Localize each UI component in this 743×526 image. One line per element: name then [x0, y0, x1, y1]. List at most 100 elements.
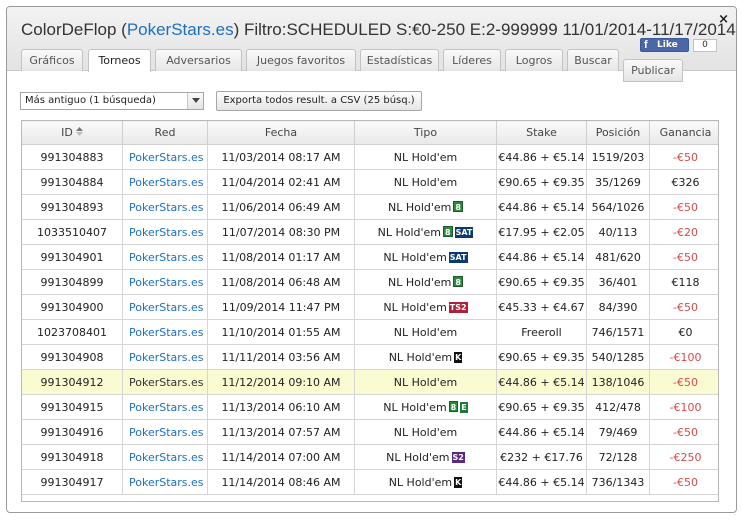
cell-red-link[interactable]: PokerStars.es	[122, 394, 208, 420]
cell-id: 991304899	[22, 269, 123, 295]
satellite-badge-icon: SAT	[448, 251, 468, 263]
cell-id: 1033510407	[22, 219, 123, 245]
cell-posicion: 564/1026	[586, 194, 650, 220]
column-header-id[interactable]: ID	[22, 121, 123, 145]
table-header-row: ID Red Fecha Tipo Stake Posición Gananci…	[22, 121, 718, 145]
cell-ganancia: -€50	[649, 244, 718, 270]
column-header-posicion[interactable]: Posición	[586, 121, 650, 145]
cell-fecha: 11/14/2014 07:00 AM	[207, 444, 355, 470]
table-row[interactable]: 991304916 PokerStars.es 11/13/2014 07:57 A…	[22, 419, 718, 445]
cell-stake: €44.86 + €5.14	[496, 144, 587, 170]
cell-id: 991304908	[22, 344, 123, 370]
table-row[interactable]: 991304900 PokerStars.es 11/09/2014 11:47 P…	[22, 294, 718, 320]
cell-red-link[interactable]: PokerStars.es	[122, 244, 208, 270]
cell-red-link[interactable]: PokerStars.es	[122, 419, 208, 445]
tab-adversarios[interactable]: Adversarios	[155, 49, 242, 71]
cell-posicion: 138/1046	[586, 369, 650, 395]
column-header-id-label: ID	[61, 125, 73, 139]
title-site-link[interactable]: PokerStars.es	[127, 20, 234, 39]
cell-stake: €44.86 + €5.14	[496, 469, 587, 495]
cell-ganancia: -€50	[649, 469, 718, 495]
cell-red-link[interactable]: PokerStars.es	[122, 344, 208, 370]
tab-graficos[interactable]: Gráficos	[21, 49, 83, 71]
column-header-red[interactable]: Red	[122, 121, 208, 145]
cell-stake: €90.65 + €9.35	[496, 394, 587, 420]
table-row[interactable]: 991304917 PokerStars.es 11/14/2014 08:46 A…	[22, 469, 718, 495]
cell-ganancia: -€50	[649, 419, 718, 445]
column-header-tipo[interactable]: Tipo	[354, 121, 497, 145]
table-row[interactable]: 1033510407 PokerStars.es 11/07/2014 08:30 …	[22, 219, 718, 245]
tab-estadisticas[interactable]: Estadísticas	[360, 49, 439, 71]
sort-ascending-icon[interactable]	[75, 126, 83, 139]
cell-posicion: 36/401	[586, 269, 650, 295]
title-prefix: ColorDeFlop (	[21, 20, 127, 39]
cell-fecha: 11/10/2014 01:55 AM	[207, 319, 355, 345]
cell-posicion: 481/620	[586, 244, 650, 270]
dialog-titlebar: ColorDeFlop (PokerStars.es) Filtro:SCHED…	[7, 7, 736, 82]
cell-red-link[interactable]: PokerStars.es	[122, 294, 208, 320]
knockout-badge-icon: K	[454, 476, 463, 488]
facebook-like-button[interactable]: f Like	[640, 38, 689, 52]
cell-tipo-label: NL Hold'em	[377, 225, 442, 239]
table-row[interactable]: 991304908 PokerStars.es 11/11/2014 03:56 A…	[22, 344, 718, 370]
cell-tipo-label: NL Hold'em	[388, 350, 453, 364]
cell-posicion: 412/478	[586, 394, 650, 420]
cell-tipo-label: NL Hold'em	[393, 325, 458, 339]
close-icon[interactable]: ×	[718, 12, 729, 27]
cell-tipo: NL Hold'em SAT	[354, 244, 497, 270]
table-row[interactable]: 1023708401 PokerStars.es 11/10/2014 01:55 …	[22, 319, 718, 345]
column-header-stake[interactable]: Stake	[496, 121, 587, 145]
cell-ganancia: €326	[649, 169, 718, 195]
cell-id: 1023708401	[22, 319, 123, 345]
cell-tipo-label: NL Hold'em	[393, 425, 458, 439]
cell-red-link[interactable]: PokerStars.es	[122, 144, 208, 170]
cell-red-link[interactable]: PokerStars.es	[122, 169, 208, 195]
cell-id: 991304916	[22, 419, 123, 445]
cell-red-link[interactable]: PokerStars.es	[122, 269, 208, 295]
table-row[interactable]: 991304899 PokerStars.es 11/08/2014 06:48 A…	[22, 269, 718, 295]
table-row[interactable]: 991304912 PokerStars.es 11/12/2014 09:10 A…	[22, 369, 718, 395]
tab-lideres[interactable]: Líderes	[443, 49, 501, 71]
tab-publicar[interactable]: Publicar	[623, 59, 683, 82]
cell-fecha: 11/14/2014 08:46 AM	[207, 469, 355, 495]
tab-buscar[interactable]: Buscar	[567, 49, 619, 71]
tab-torneos[interactable]: Torneos	[88, 49, 151, 72]
cell-tipo-label: NL Hold'em	[388, 200, 452, 214]
chevron-down-icon[interactable]	[187, 93, 203, 109]
table-row[interactable]: 991304918 PokerStars.es 11/14/2014 07:00 A…	[22, 444, 718, 470]
table-row[interactable]: 991304883 PokerStars.es 11/03/2014 08:17 A…	[22, 144, 718, 170]
cell-stake: €232 + €17.76	[496, 444, 587, 470]
tab-juegos-favoritos[interactable]: Juegos favoritos	[246, 49, 356, 71]
cell-tipo: NL Hold'em	[354, 169, 497, 195]
table-row[interactable]: 991304915 PokerStars.es 11/13/2014 06:10 A…	[22, 394, 718, 420]
cell-red-link[interactable]: PokerStars.es	[122, 469, 208, 495]
cell-stake: €90.65 + €9.35	[496, 269, 587, 295]
cell-stake: €44.86 + €5.14	[496, 369, 587, 395]
table-row[interactable]: 991304901 PokerStars.es 11/08/2014 01:17 A…	[22, 244, 718, 270]
title-filter-text: ) Filtro:SCHEDULED S:€0-250 E:2-999999 1…	[233, 20, 736, 39]
export-csv-button[interactable]: Exporta todos result. a CSV (25 búsq.)	[216, 91, 422, 111]
facebook-like-count: 0	[693, 39, 717, 52]
cell-posicion: 84/390	[586, 294, 650, 320]
cell-red-link[interactable]: PokerStars.es	[122, 319, 208, 345]
tab-logros[interactable]: Logros	[505, 49, 563, 71]
cell-id: 991304884	[22, 169, 123, 195]
cell-tipo-label: NL Hold'em	[383, 400, 447, 414]
table-row[interactable]: 991304893 PokerStars.es 11/06/2014 06:49 A…	[22, 194, 718, 220]
cell-posicion: 35/1269	[586, 169, 650, 195]
cell-red-link[interactable]: PokerStars.es	[122, 369, 208, 395]
cell-red-link[interactable]: PokerStars.es	[122, 444, 208, 470]
cell-red-link[interactable]: PokerStars.es	[122, 219, 208, 245]
column-header-ganancia[interactable]: Ganancia	[649, 121, 718, 145]
speed-badge-icon: S2	[451, 451, 465, 463]
cell-red-link[interactable]: PokerStars.es	[122, 194, 208, 220]
cell-id: 991304900	[22, 294, 123, 320]
cell-tipo: NL Hold'em 8	[354, 269, 497, 295]
eight-max-badge-icon: 8	[453, 275, 463, 287]
cell-tipo: NL Hold'em S2	[354, 444, 497, 470]
cell-tipo-label: NL Hold'em	[393, 150, 458, 164]
table-row[interactable]: 991304884 PokerStars.es 11/04/2014 02:41 A…	[22, 169, 718, 195]
column-header-fecha[interactable]: Fecha	[207, 121, 355, 145]
cell-stake: Freeroll	[496, 319, 587, 345]
sort-select[interactable]: Más antiguo (1 búsqueda)	[20, 92, 204, 110]
